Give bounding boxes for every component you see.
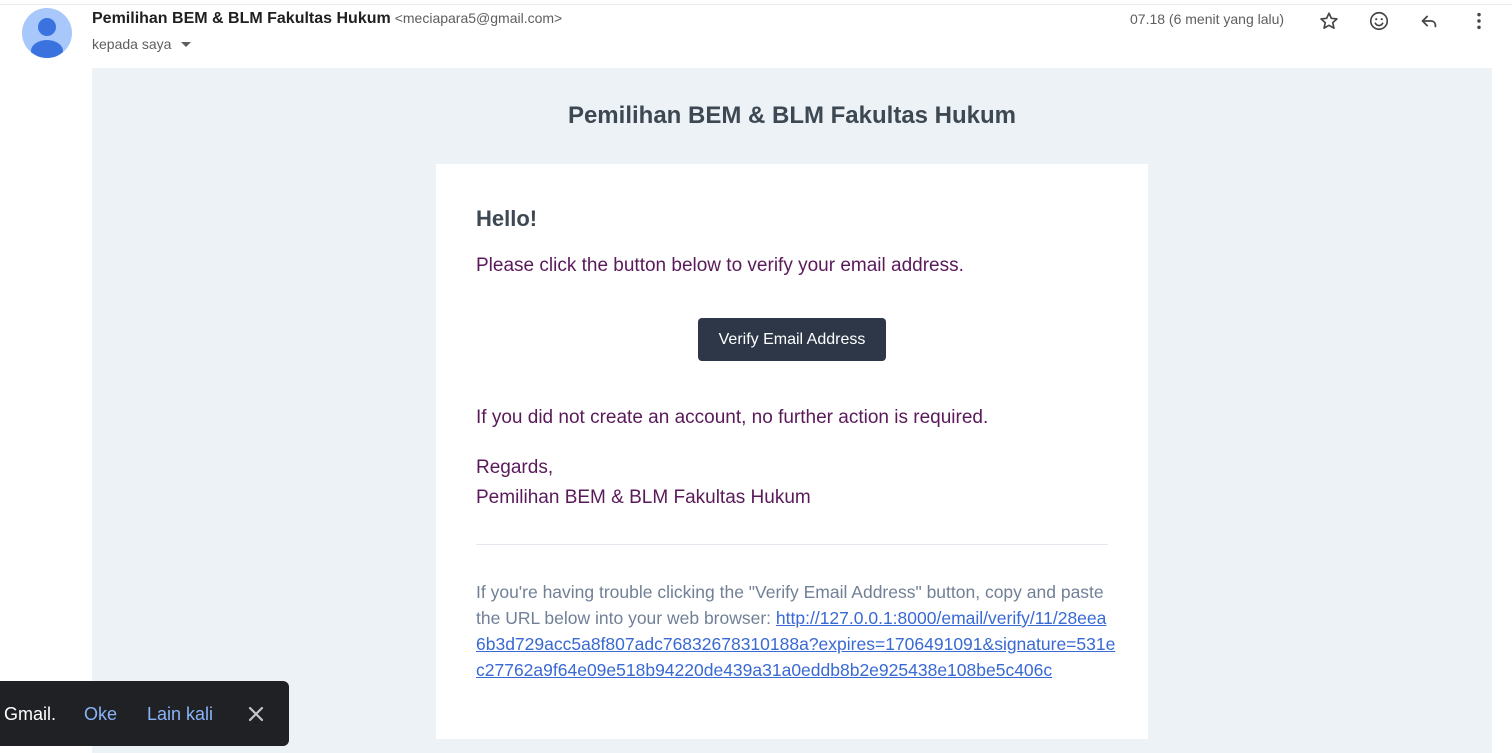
snackbar-later-button[interactable]: Lain kali xyxy=(147,704,213,725)
verify-email-button[interactable]: Verify Email Address xyxy=(698,318,886,361)
email-header-title: Pemilihan BEM & BLM Fakultas Hukum xyxy=(567,102,1017,129)
more-options-button[interactable] xyxy=(1464,6,1494,36)
email-instruction: Please click the button below to verify … xyxy=(476,255,964,276)
emoji-icon xyxy=(1369,11,1389,31)
sender-avatar[interactable] xyxy=(22,8,72,58)
sender-email: <meciapara5@gmail.com> xyxy=(394,10,563,26)
email-divider xyxy=(476,544,1108,545)
snackbar-ok-button[interactable]: Oke xyxy=(84,704,117,725)
reply-icon xyxy=(1421,15,1437,28)
more-vert-icon xyxy=(1477,12,1481,30)
email-no-action-text: If you did not create an account, no fur… xyxy=(476,407,989,428)
gmail-snackbar: Gmail. Oke Lain kali xyxy=(0,681,289,746)
close-icon[interactable] xyxy=(244,702,268,726)
recipient-label: kepada saya xyxy=(92,36,172,52)
snackbar-message: Gmail. xyxy=(4,704,57,724)
star-icon xyxy=(1320,12,1338,29)
sender-line: Pemilihan BEM & BLM Fakultas Hukum <mecia… xyxy=(92,10,562,28)
email-signature: Pemilihan BEM & BLM Fakultas Hukum xyxy=(476,487,811,508)
email-trouble-paragraph: If you're having trouble clicking the "V… xyxy=(476,579,1116,683)
email-regards: Regards, xyxy=(476,457,554,478)
email-greeting: Hello! xyxy=(476,206,538,231)
reply-button[interactable] xyxy=(1414,6,1444,36)
sender-name: Pemilihan BEM & BLM Fakultas Hukum xyxy=(92,10,391,27)
email-timestamp: 07.18 (6 menit yang lalu) xyxy=(1130,11,1285,27)
caret-down-icon xyxy=(181,41,192,47)
top-divider xyxy=(0,4,1512,5)
star-button[interactable] xyxy=(1314,6,1344,36)
emoji-reaction-button[interactable] xyxy=(1364,6,1394,36)
person-icon xyxy=(31,18,63,58)
recipient-dropdown[interactable]: kepada saya xyxy=(92,36,192,52)
